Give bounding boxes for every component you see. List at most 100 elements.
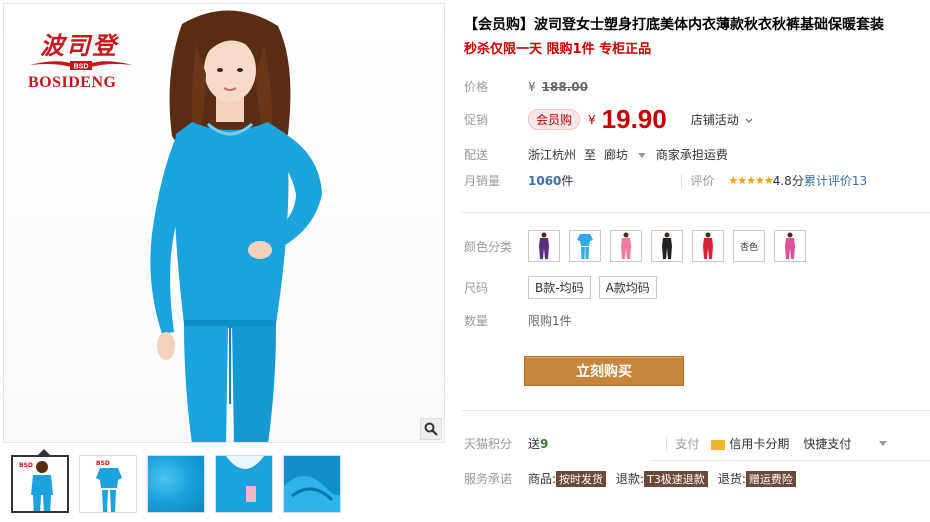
zoom-button[interactable] <box>420 418 442 440</box>
garment-pink-icon <box>621 232 631 259</box>
color-swatches: 杏色 <box>528 230 806 262</box>
reviews-label: 累计评价 <box>803 174 852 188</box>
caret-down-icon <box>637 153 646 158</box>
thumbnail-collar-icon <box>216 456 272 512</box>
magnifier-icon <box>424 422 438 436</box>
pay-label: 支付 <box>675 437 700 451</box>
swatch-skyblue[interactable] <box>569 230 601 262</box>
service-row: 服务承诺 商品: 按时发货 退款: T3极速退款 退货: 赠运费险 <box>464 470 806 487</box>
thumbnail-2[interactable]: BSD <box>79 455 137 513</box>
product-info-panel: 【会员购】波司登女士塑身打底美体内衣薄款秋衣秋裤基础保暖套装 秒杀仅限一天 限购… <box>462 0 930 522</box>
thumbnail-4[interactable] <box>215 455 273 513</box>
member-badge: 会员购 <box>528 109 581 130</box>
points-send-word: 送 <box>528 437 541 451</box>
price-row: 价格 ¥ 188.00 <box>464 78 588 95</box>
pay-more-caret-icon[interactable] <box>879 441 888 446</box>
service-refund-prefix: 退款: <box>616 472 645 486</box>
original-price: 188.00 <box>541 79 588 94</box>
quick-pay-label: 快捷支付 <box>803 437 852 451</box>
promo-currency: ¥ <box>588 112 596 127</box>
ship-to-value: 廊坊 <box>604 148 629 162</box>
swatch-black[interactable] <box>651 230 683 262</box>
shop-activity-dropdown[interactable]: 店铺活动 <box>691 111 753 128</box>
ship-to-select[interactable]: 廊坊 <box>604 146 646 163</box>
promo-row: 促销 会员购 ¥ 19.90 店铺活动 <box>464 104 753 135</box>
shop-activity-label: 店铺活动 <box>690 113 739 127</box>
swatch-pink[interactable] <box>610 230 642 262</box>
service-label: 服务承诺 <box>464 472 513 486</box>
size-row: 尺码 B款-均码 A款均码 <box>464 276 665 299</box>
chevron-down-icon <box>745 118 753 123</box>
svg-text:BSD: BSD <box>19 462 33 469</box>
service-goods-prefix: 商品: <box>528 472 557 486</box>
divider <box>681 173 683 188</box>
service-return-prefix: 退货: <box>717 472 746 486</box>
promo-price: 19.90 <box>601 104 667 134</box>
rating-label: 评价 <box>690 174 715 188</box>
quick-pay[interactable]: 快捷支付 <box>803 435 851 452</box>
price-label: 价格 <box>464 80 489 94</box>
product-title: 【会员购】波司登女士塑身打底美体内衣薄款秋衣秋裤基础保暖套装 <box>464 17 884 33</box>
color-row: 颜色分类 杏色 <box>464 230 806 262</box>
thumbnail-1[interactable]: BSD <box>11 455 69 513</box>
credit-card-icon <box>711 439 726 450</box>
garment-red-icon <box>703 232 713 259</box>
model-figure-image <box>150 10 322 442</box>
promo-label: 促销 <box>464 113 489 127</box>
thumbnail-garment-icon: BSD <box>80 456 136 512</box>
points-row: 天猫积分 送 9 支付 信用卡分期 快捷支付 <box>464 435 888 452</box>
section-divider-2 <box>462 410 930 411</box>
sales-count: 1060 <box>528 173 562 188</box>
rating-stars-icon: ★★★★★ <box>728 174 773 187</box>
thumbnail-fabric-fold-icon <box>284 456 340 512</box>
color-label: 颜色分类 <box>464 239 513 254</box>
thumbnail-fabric-image <box>148 456 204 512</box>
product-gallery: 波司登 BSD BOSIDENG BSD BSD <box>3 3 445 521</box>
service-goods-tag[interactable]: 按时发货 <box>556 470 607 487</box>
garment-black-icon <box>662 232 672 259</box>
svg-text:BSD: BSD <box>74 64 89 71</box>
rating-score: 4.8分 <box>772 174 804 188</box>
points-value: 9 <box>540 436 549 451</box>
sales-row: 月销量 1060 件 评价 ★★★★★ 4.8分 累计评价13 <box>464 172 867 189</box>
service-refund-tag[interactable]: T3极速退款 <box>644 470 708 487</box>
garment-skyblue-icon <box>577 234 593 259</box>
main-product-image[interactable]: 波司登 BSD BOSIDENG <box>3 3 445 443</box>
reviews-link[interactable]: 累计评价13 <box>804 172 867 189</box>
size-option-a[interactable]: A款均码 <box>598 276 657 299</box>
sales-unit: 件 <box>561 174 574 188</box>
swatch-purple[interactable] <box>528 230 560 262</box>
swatch-rose[interactable] <box>774 230 806 262</box>
divider <box>666 436 668 451</box>
swatch-red[interactable] <box>692 230 724 262</box>
svg-text:BSD: BSD <box>96 460 110 467</box>
thumbnail-5[interactable] <box>283 455 341 513</box>
shipping-row: 配送 浙江杭州 至 廊坊 商家承担运费 <box>464 146 728 163</box>
dotted-divider <box>652 460 930 461</box>
ship-from: 浙江杭州 <box>528 148 577 162</box>
points-label: 天猫积分 <box>464 437 513 451</box>
shipping-label: 配送 <box>464 148 489 162</box>
swatch-apricot[interactable]: 杏色 <box>733 230 765 262</box>
quantity-limit: 限购1件 <box>528 314 572 328</box>
swatch-apricot-label: 杏色 <box>739 242 758 253</box>
product-subtitle: 秒杀仅限一天 限购1件 专柜正品 <box>464 42 652 57</box>
size-label: 尺码 <box>464 281 489 295</box>
price-currency: ¥ <box>528 79 536 94</box>
thumbnail-model-icon: BSD <box>13 457 67 511</box>
sales-label: 月销量 <box>464 174 501 188</box>
service-return-tag[interactable]: 赠运费险 <box>745 470 796 487</box>
card-installment[interactable]: 信用卡分期 <box>711 435 789 452</box>
shipping-fee: 商家承担运费 <box>655 148 728 162</box>
garment-purple-icon <box>539 232 549 259</box>
thumbnail-3[interactable] <box>147 455 205 513</box>
thumbnail-strip: BSD BSD <box>11 455 341 513</box>
ship-to-word: 至 <box>584 148 597 162</box>
quantity-label: 数量 <box>464 314 489 328</box>
size-option-b[interactable]: B款-均码 <box>528 276 591 299</box>
reviews-count: 13 <box>851 174 868 188</box>
section-divider <box>462 212 930 213</box>
garment-rose-icon <box>785 232 795 259</box>
quantity-row: 数量 限购1件 <box>464 312 572 329</box>
buy-now-button[interactable]: 立刻购买 <box>524 356 684 386</box>
